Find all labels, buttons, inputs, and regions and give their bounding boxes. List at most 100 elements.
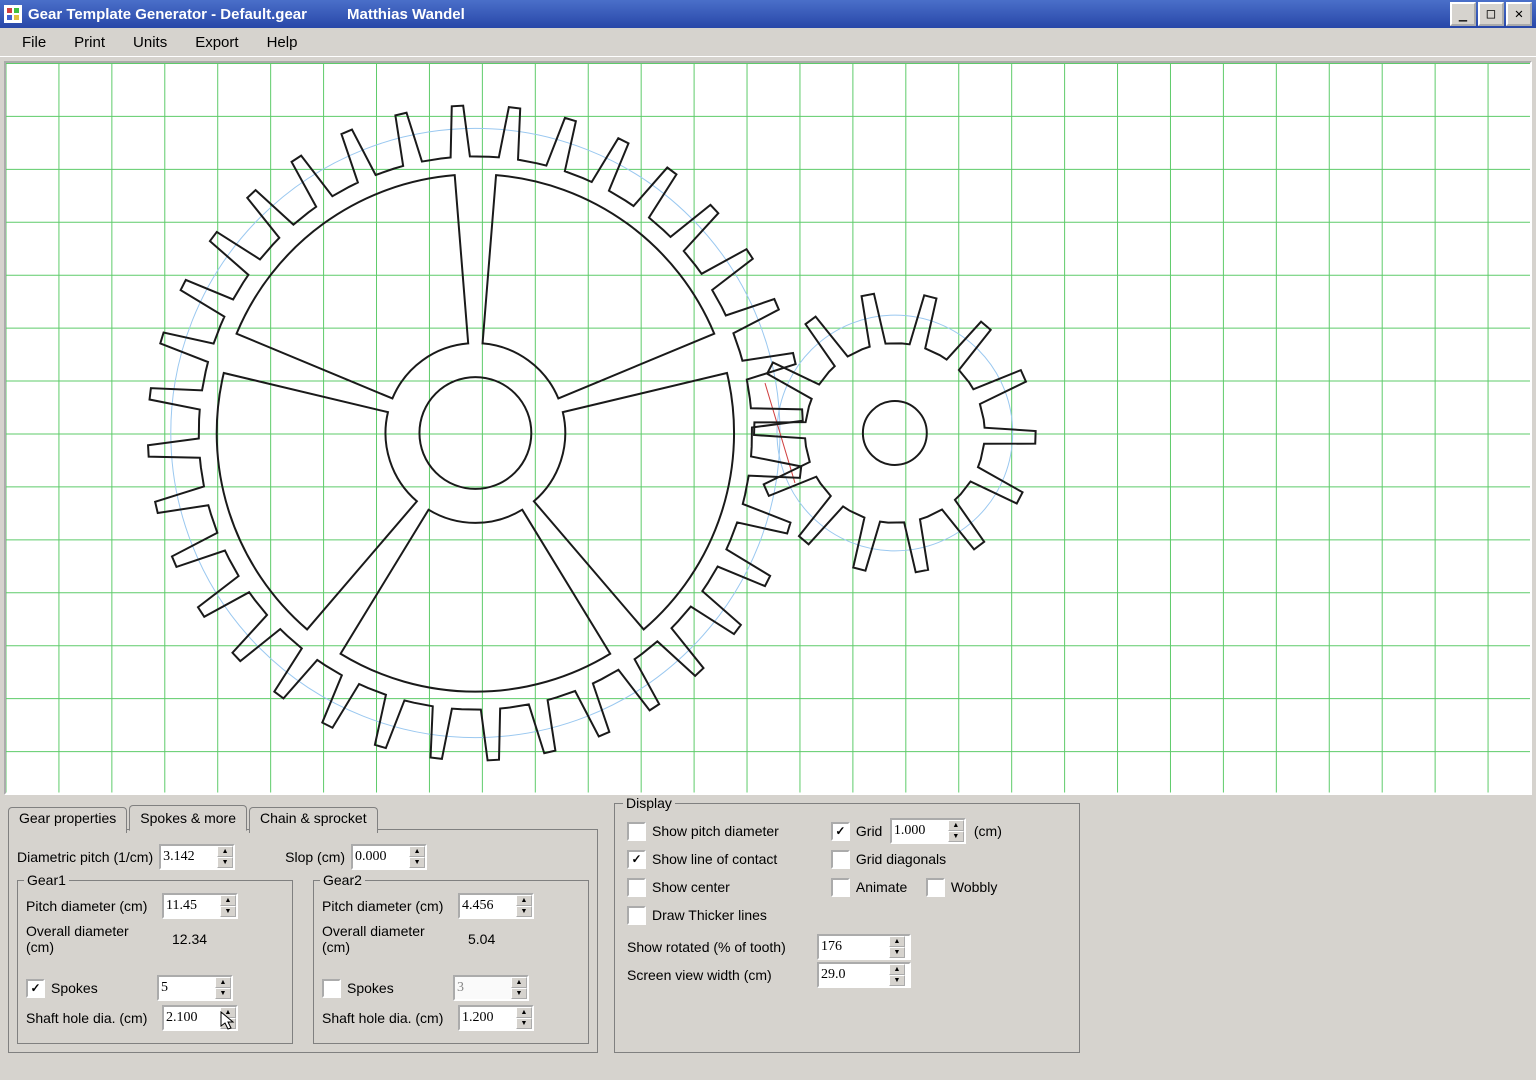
down-arrow-icon[interactable]: ▼ [516, 1018, 532, 1029]
gear1-overall-value: 12.34 [172, 931, 207, 947]
grid-input[interactable] [892, 820, 948, 842]
maximize-button[interactable]: □ [1478, 2, 1504, 26]
gear2-spokes-label: Spokes [347, 980, 447, 996]
menu-help[interactable]: Help [253, 32, 312, 53]
window-author: Matthias Wandel [347, 6, 465, 23]
up-arrow-icon[interactable]: ▲ [215, 977, 231, 988]
up-arrow-icon[interactable]: ▲ [948, 820, 964, 831]
tab-gear-properties[interactable]: Gear properties [8, 807, 127, 833]
gear2-pitch-circle [777, 315, 1013, 551]
show-pitch-dia-checkbox[interactable] [627, 822, 646, 841]
gear1-spokes-checkbox[interactable]: ✓ [26, 979, 45, 998]
gear1-pitch-dia-label: Pitch diameter (cm) [26, 898, 156, 914]
minimize-button[interactable]: _ [1450, 2, 1476, 26]
down-arrow-icon[interactable]: ▼ [217, 857, 233, 868]
gear2-pitch-dia-spinner[interactable]: ▲▼ [458, 893, 534, 919]
bottom-panel: Gear properties Spokes & more Chain & sp… [0, 799, 1536, 1057]
gear2-spokes-checkbox[interactable] [322, 979, 341, 998]
show-rotated-input[interactable] [819, 936, 889, 958]
up-arrow-icon[interactable]: ▲ [889, 936, 905, 947]
tab-body-spokes: Diametric pitch (1/cm) ▲▼ Slop (cm) ▲▼ G… [8, 829, 598, 1053]
animate-checkbox[interactable] [831, 878, 850, 897]
line-of-contact [765, 383, 795, 483]
window-titlebar: Gear Template Generator - Default.gear M… [0, 0, 1536, 28]
gear2 [754, 294, 1036, 573]
gear1-pitch-dia-input[interactable] [164, 895, 220, 917]
show-rotated-spinner[interactable]: ▲▼ [817, 934, 911, 960]
down-arrow-icon[interactable]: ▼ [220, 1018, 236, 1029]
gear1-shaft-spinner[interactable]: ▲▼ [162, 1005, 238, 1031]
screen-width-label: Screen view width (cm) [627, 967, 817, 983]
close-button[interactable]: ✕ [1506, 2, 1532, 26]
tab-chain-sprocket[interactable]: Chain & sprocket [249, 807, 378, 833]
gear2-shaft-input[interactable] [460, 1007, 516, 1029]
slop-spinner[interactable]: ▲▼ [351, 844, 427, 870]
draw-thicker-checkbox[interactable] [627, 906, 646, 925]
gear1-spokes-spinner[interactable]: ▲▼ [157, 975, 233, 1001]
down-arrow-icon[interactable]: ▼ [215, 988, 231, 999]
gear1-group: Gear1 Pitch diameter (cm) ▲▼ Overall dia… [17, 880, 293, 1044]
gear2-legend: Gear2 [320, 872, 365, 888]
wobbly-label: Wobbly [951, 879, 997, 895]
gear1-spokes-label: Spokes [51, 980, 151, 996]
gear1-pitch-dia-spinner[interactable]: ▲▼ [162, 893, 238, 919]
down-arrow-icon[interactable]: ▼ [516, 906, 532, 917]
grid-diagonals-checkbox[interactable] [831, 850, 850, 869]
gear1-shaft-input[interactable] [164, 1007, 220, 1029]
gear-canvas[interactable] [4, 61, 1532, 795]
menu-units[interactable]: Units [119, 32, 181, 53]
show-center-label: Show center [652, 879, 730, 895]
diametric-pitch-spinner[interactable]: ▲▼ [159, 844, 235, 870]
gear2-spokes-input [455, 977, 511, 999]
up-arrow-icon[interactable]: ▲ [516, 1007, 532, 1018]
gear1-spokes-input[interactable] [159, 977, 215, 999]
grid-unit: (cm) [974, 823, 1002, 839]
show-rotated-label: Show rotated (% of tooth) [627, 939, 817, 955]
down-arrow-icon[interactable]: ▼ [948, 831, 964, 842]
slop-label: Slop (cm) [285, 849, 345, 865]
gear2-pitch-dia-input[interactable] [460, 895, 516, 917]
gear2-group: Gear2 Pitch diameter (cm) ▲▼ Overall dia… [313, 880, 589, 1044]
window-title: Gear Template Generator - Default.gear [28, 6, 307, 23]
gear2-shaft-spinner[interactable]: ▲▼ [458, 1005, 534, 1031]
down-arrow-icon[interactable]: ▼ [220, 906, 236, 917]
diametric-pitch-input[interactable] [161, 846, 217, 868]
grid-checkbox[interactable]: ✓ [831, 822, 850, 841]
display-legend: Display [623, 795, 675, 811]
menu-export[interactable]: Export [181, 32, 252, 53]
up-arrow-icon[interactable]: ▲ [217, 846, 233, 857]
display-group: Display Show pitch diameter ✓Show line o… [614, 803, 1080, 1053]
up-arrow-icon[interactable]: ▲ [220, 1007, 236, 1018]
down-arrow-icon[interactable]: ▼ [511, 988, 527, 999]
screen-width-input[interactable] [819, 964, 889, 986]
gear2-pitch-dia-label: Pitch diameter (cm) [322, 898, 452, 914]
up-arrow-icon[interactable]: ▲ [889, 964, 905, 975]
menu-print[interactable]: Print [60, 32, 119, 53]
show-line-contact-checkbox[interactable]: ✓ [627, 850, 646, 869]
show-pitch-dia-label: Show pitch diameter [652, 823, 779, 839]
gear2-overall-label: Overall diameter (cm) [322, 923, 452, 955]
menubar: File Print Units Export Help [0, 28, 1536, 57]
grid-label: Grid [856, 823, 890, 839]
slop-input[interactable] [353, 846, 409, 868]
menu-file[interactable]: File [8, 32, 60, 53]
show-line-contact-label: Show line of contact [652, 851, 777, 867]
gear1-shaft-label: Shaft hole dia. (cm) [26, 1010, 156, 1026]
tab-spokes-more[interactable]: Spokes & more [129, 805, 247, 831]
gear1 [148, 106, 803, 761]
down-arrow-icon[interactable]: ▼ [889, 975, 905, 986]
up-arrow-icon[interactable]: ▲ [511, 977, 527, 988]
animate-label: Animate [856, 879, 926, 895]
up-arrow-icon[interactable]: ▲ [409, 846, 425, 857]
grid-spinner[interactable]: ▲▼ [890, 818, 966, 844]
down-arrow-icon[interactable]: ▼ [409, 857, 425, 868]
grid-diagonals-label: Grid diagonals [856, 851, 946, 867]
show-center-checkbox[interactable] [627, 878, 646, 897]
gear2-spokes-spinner[interactable]: ▲▼ [453, 975, 529, 1001]
app-icon [4, 5, 22, 23]
screen-width-spinner[interactable]: ▲▼ [817, 962, 911, 988]
up-arrow-icon[interactable]: ▲ [220, 895, 236, 906]
up-arrow-icon[interactable]: ▲ [516, 895, 532, 906]
down-arrow-icon[interactable]: ▼ [889, 947, 905, 958]
wobbly-checkbox[interactable] [926, 878, 945, 897]
